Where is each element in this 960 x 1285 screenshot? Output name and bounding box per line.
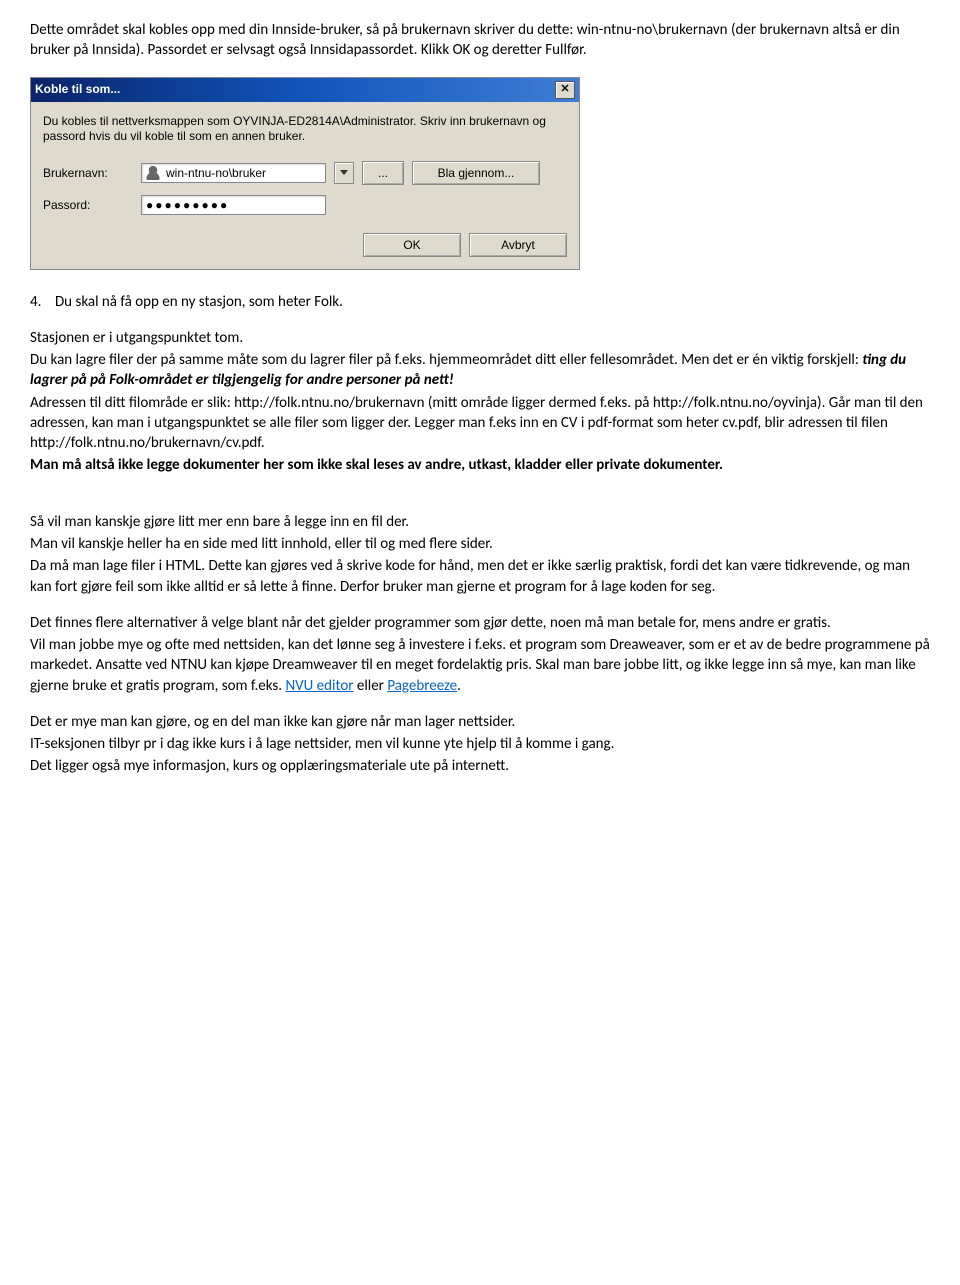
username-input[interactable]: win-ntnu-no\bruker <box>141 163 326 183</box>
section1-l2: Du kan lagre filer der på samme måte som… <box>30 350 930 391</box>
cancel-button[interactable]: Avbryt <box>469 233 567 257</box>
close-button[interactable]: ✕ <box>555 81 575 99</box>
username-row: Brukernavn: win-ntnu-no\bruker ... Bla g… <box>43 161 567 185</box>
dialog-body: Du kobles til nettverksmappen som OYVINJ… <box>31 102 579 269</box>
username-value: win-ntnu-no\bruker <box>166 165 266 181</box>
user-icon <box>146 166 160 180</box>
browse-button[interactable]: Bla gjennom... <box>412 161 540 185</box>
section1-l3: Adressen til ditt filområde er slik: htt… <box>30 393 930 454</box>
section4-l2: IT-seksjonen tilbyr pr i dag ikke kurs i… <box>30 734 930 754</box>
section4-l1: Det er mye man kan gjøre, og en del man … <box>30 712 930 732</box>
username-dropdown[interactable] <box>334 162 354 184</box>
link-pagebreeze[interactable]: Pagebreeze <box>387 677 457 695</box>
dialog-description: Du kobles til nettverksmappen som OYVINJ… <box>43 114 567 145</box>
step-4: 4. Du skal nå få opp en ny stasjon, som … <box>30 292 930 312</box>
link-nvu-editor[interactable]: NVU editor <box>285 677 353 695</box>
section2-l3: Da må man lage filer i HTML. Dette kan g… <box>30 556 930 597</box>
section1-l4: Man må altså ikke legge dokumenter her s… <box>30 455 930 475</box>
ok-button[interactable]: OK <box>363 233 461 257</box>
section3-l1: Det finnes flere alternativer å velge bl… <box>30 613 930 633</box>
chevron-down-icon <box>340 170 348 175</box>
password-row: Passord: ●●●●●●●●● <box>43 195 567 215</box>
section1-l1: Stasjonen er i utgangspunktet tom. <box>30 328 930 348</box>
password-input[interactable]: ●●●●●●●●● <box>141 195 326 215</box>
dialog-titlebar: Koble til som... ✕ <box>31 78 579 102</box>
ellipsis-button[interactable]: ... <box>362 161 404 185</box>
dialog-buttons: OK Avbryt <box>43 233 567 257</box>
close-icon: ✕ <box>560 82 569 97</box>
password-dots: ●●●●●●●●● <box>146 197 229 213</box>
intro-text: Dette området skal kobles opp med din In… <box>30 20 930 61</box>
section4-l3: Det ligger også mye informasjon, kurs og… <box>30 756 930 776</box>
dialog-window: Koble til som... ✕ Du kobles til nettver… <box>30 77 580 270</box>
section3-l2: Vil man jobbe mye og ofte med nettsiden,… <box>30 635 930 696</box>
username-label: Brukernavn: <box>43 165 133 181</box>
dialog-title: Koble til som... <box>35 81 120 97</box>
password-label: Passord: <box>43 197 133 213</box>
section2-l2: Man vil kanskje heller ha en side med li… <box>30 534 930 554</box>
section2-l1: Så vil man kanskje gjøre litt mer enn ba… <box>30 512 930 532</box>
